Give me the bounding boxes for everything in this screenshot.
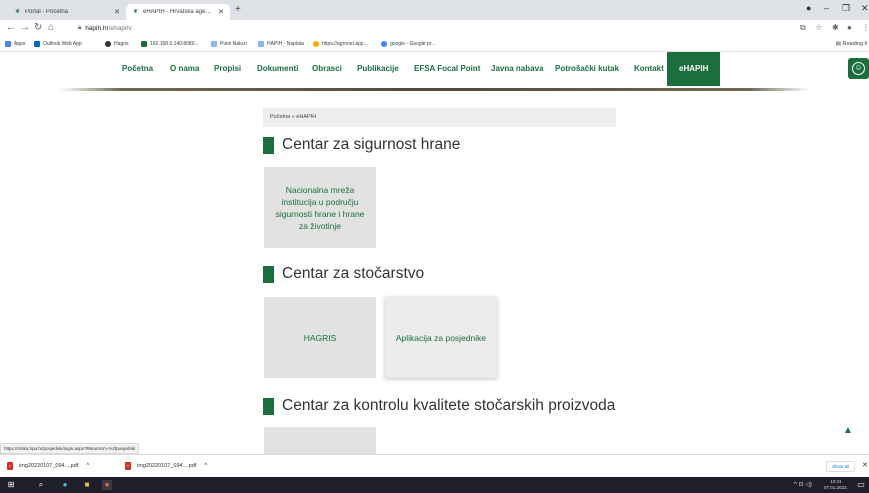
forward-icon[interactable]: → — [20, 22, 30, 33]
leaf-icon: ❦ — [132, 8, 139, 15]
bookmark-hagris[interactable]: Hagris — [105, 41, 128, 47]
home-icon[interactable]: ⌂ — [48, 22, 54, 33]
accessibility-button[interactable]: ☺ — [848, 58, 869, 79]
bookmark-google[interactable]: google - Google pr... — [381, 41, 435, 47]
nav-javna-nabava[interactable]: Javna nabava — [491, 64, 543, 73]
nav-pocetna[interactable]: Početna — [122, 64, 153, 73]
bulb-icon — [313, 41, 319, 47]
edge-icon[interactable]: ● — [60, 480, 70, 490]
chevron-up-icon[interactable]: ^ — [204, 463, 207, 469]
nav-ehapih[interactable]: eHAPIH — [667, 52, 721, 86]
url-host: hapih.hr — [85, 25, 109, 32]
extensions-icon[interactable]: ✱ — [832, 23, 839, 32]
section-marker — [263, 265, 274, 283]
download-item[interactable]: ▪ img20220107_094....pdf ^ — [7, 462, 89, 470]
card-hagris[interactable]: HAGRIS — [264, 297, 376, 378]
accessibility-icon: ☺ — [852, 62, 865, 75]
system-tray-icons[interactable]: ^ ⊡ ◁) — [794, 481, 812, 488]
translate-icon[interactable]: ⧉ — [800, 23, 806, 33]
scroll-to-top-icon[interactable]: ▲ — [843, 425, 853, 436]
nav-dokumenti[interactable]: Dokumenti — [257, 64, 298, 73]
url-path: /ehapih/ — [108, 25, 132, 32]
reload-icon[interactable]: ↻ — [34, 22, 42, 33]
section-title-sigurnost-hrane: Centar za sigurnost hrane — [263, 136, 460, 154]
section-title-kontrola-kvalitete: Centar za kontrolu kvalitete stočarskih … — [263, 397, 615, 415]
windows-start-icon[interactable]: ⊞ — [6, 480, 16, 490]
minimize-icon[interactable]: – — [824, 3, 829, 13]
menu-icon[interactable]: ⋮ — [862, 23, 869, 32]
browser-tab-ehapih[interactable]: ❦ eHAPIH - Hrvatska agencija za p ✕ — [126, 4, 230, 20]
tab-title: eHAPIH - Hrvatska agencija za p — [143, 9, 214, 15]
close-window-icon[interactable]: ✕ — [861, 3, 869, 14]
card-aplikacija-za-posjednike[interactable]: Aplikacija za posjednike — [385, 297, 497, 378]
address-bar[interactable]: 🔒︎ hapih.hr /ehapih/ — [78, 22, 768, 35]
section-title-stocarstvo: Centar za stočarstvo — [263, 265, 424, 283]
pdf-icon: ▪ — [7, 462, 13, 470]
bookmark-local-server[interactable]: 192.168.0.140:8080... — [141, 41, 199, 47]
browser-tab-strip: ❦ Portal - Početna ✕ ❦ eHAPIH - Hrvatska… — [0, 0, 869, 20]
header-divider — [60, 88, 810, 91]
chevron-up-icon[interactable]: ^ — [86, 463, 89, 469]
nav-propisi[interactable]: Propisi — [214, 64, 241, 73]
reading-list[interactable]: ▤ Reading li — [836, 41, 867, 47]
site-navigation: Početna O nama Propisi Dokumenti Obrasci… — [0, 52, 869, 86]
bookmark-naplata[interactable]: HAPIH - Naplata — [258, 41, 304, 47]
hagris-icon — [105, 41, 111, 47]
new-tab-button[interactable]: + — [235, 4, 241, 15]
apps-icon — [5, 41, 11, 47]
search-icon[interactable]: ⌕ — [36, 480, 46, 490]
pdf-icon: ▪ — [125, 462, 131, 470]
close-icon[interactable]: ✕ — [862, 461, 868, 469]
section-marker — [263, 136, 274, 154]
download-item[interactable]: ▪ img20220107_094....pdf ^ — [125, 462, 207, 470]
file-explorer-icon[interactable]: ■ — [82, 480, 92, 490]
card-kontrola-kvalitete[interactable] — [264, 427, 376, 454]
outlook-icon — [34, 41, 40, 47]
bookmarks-bar: Apps Outlook Web App Hagris 192.168.0.14… — [0, 38, 869, 52]
status-bar-url: https://stoka.hpa.hr/posjednik/login.asp… — [0, 443, 140, 454]
star-icon[interactable]: ☆ — [815, 23, 822, 32]
maximize-icon[interactable]: ❐ — [842, 3, 850, 14]
nav-o-nama[interactable]: O nama — [170, 64, 199, 73]
nav-obrasci[interactable]: Obrasci — [312, 64, 342, 73]
bookmark-putni-nalozi[interactable]: Putni Nalozi — [211, 41, 247, 47]
close-icon[interactable]: ✕ — [114, 8, 120, 16]
download-shelf: ▪ img20220107_094....pdf ^ ▪ img20220107… — [0, 454, 869, 477]
notifications-icon[interactable]: ▭ — [856, 480, 866, 490]
bookmark-apps[interactable]: Apps — [5, 41, 25, 47]
nav-publikacije[interactable]: Publikacije — [357, 64, 399, 73]
show-all-button[interactable]: Show all — [826, 461, 856, 472]
leaf-icon: ❦ — [14, 8, 21, 15]
account-icon[interactable]: ● — [847, 23, 852, 32]
tab-title: Portal - Početna — [25, 9, 69, 15]
lock-icon: 🔒︎ — [78, 25, 82, 31]
windows-taskbar: ⊞ ⌕ ● ■ ● ^ ⊡ ◁) 10:21 07.01.2022. ▭ — [0, 477, 869, 493]
google-icon — [381, 41, 387, 47]
chrome-icon[interactable]: ● — [102, 480, 112, 490]
nav-potrosacki-kutak[interactable]: Potrošački kutak — [555, 64, 619, 73]
section-marker — [263, 397, 274, 415]
breadcrumb: Početna » eHAPIH — [263, 108, 616, 127]
profile-icon[interactable]: ● — [806, 3, 811, 13]
page-icon — [258, 41, 264, 47]
server-icon — [141, 41, 147, 47]
reading-list-icon: ▤ — [835, 41, 843, 47]
browser-tab-portal[interactable]: ❦ Portal - Početna ✕ — [8, 4, 126, 20]
nav-efsa-focal-point[interactable]: EFSA Focal Point — [414, 64, 480, 73]
browser-toolbar: ← → ↻ ⌂ 🔒︎ hapih.hr /ehapih/ ⧉ ☆ ✱ ● ⋮ — [0, 20, 869, 38]
close-icon[interactable]: ✕ — [218, 8, 224, 16]
page-icon — [211, 41, 217, 47]
back-icon[interactable]: ← — [6, 22, 16, 33]
bookmark-agronet[interactable]: https://agronet.app... — [313, 41, 368, 47]
bookmark-outlook[interactable]: Outlook Web App — [34, 41, 82, 47]
card-nacionalna-mreza[interactable]: Nacionalna mreža institucija u području … — [264, 167, 376, 248]
taskbar-clock[interactable]: 10:21 07.01.2022. — [824, 479, 848, 491]
nav-kontakt[interactable]: Kontakt — [634, 64, 664, 73]
